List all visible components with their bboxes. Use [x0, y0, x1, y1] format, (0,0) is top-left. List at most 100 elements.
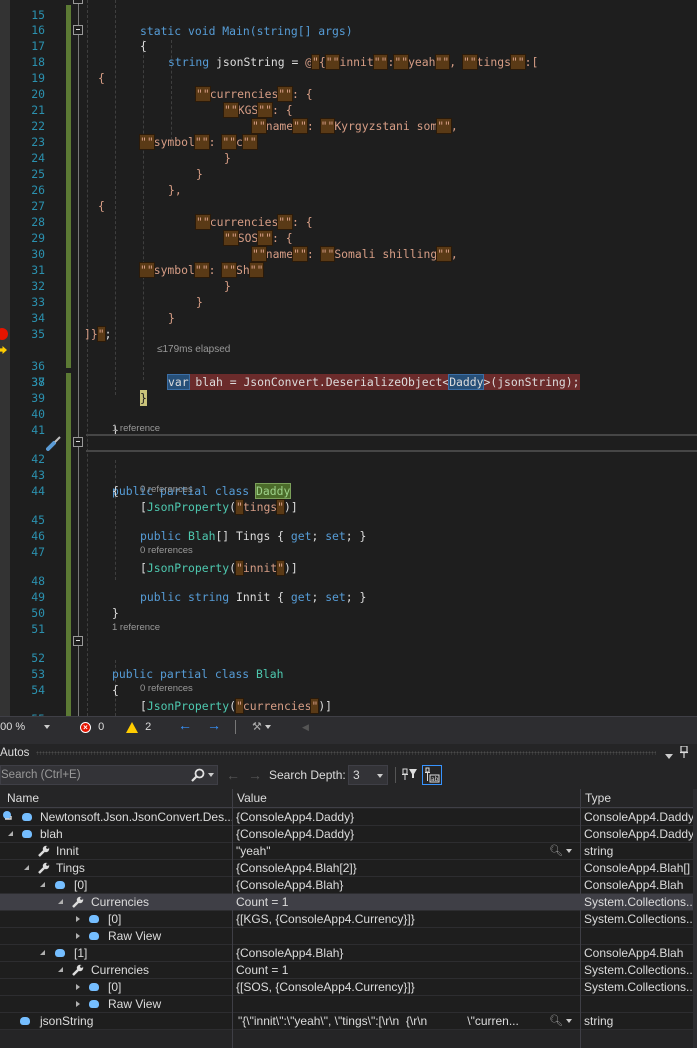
code-line-48[interactable]: 48 public string Innit { get; set; } [0, 557, 697, 604]
perf-tip[interactable]: ≤179ms elapsed [157, 342, 230, 358]
code-line-37[interactable]: 37 } ≤179ms elapsed [0, 342, 697, 406]
code-line-23[interactable]: 23 } [0, 118, 697, 165]
code-line-43[interactable]: 43 { [0, 451, 697, 498]
pin-to-source-button[interactable]: ab [422, 765, 442, 785]
window-position-dropdown-icon[interactable] [665, 748, 673, 766]
codelens-references[interactable]: 0 references [140, 545, 193, 557]
codelens-references[interactable]: 0 references [140, 683, 193, 695]
search-previous-icon[interactable]: ← [226, 767, 240, 783]
code-line-33[interactable]: 33 } [0, 278, 697, 325]
code-line-24[interactable]: 24 } [0, 134, 697, 181]
errors-indicator[interactable]: × 0 [80, 720, 104, 734]
code-line-30[interactable]: 30 ""symbol"": ""Sh"" [0, 230, 697, 278]
table-row-selected[interactable]: Currencies Count = 1 System.Collections.… [0, 894, 694, 911]
code-line-42[interactable]: 42 public partial class Daddy [0, 435, 697, 499]
code-line-52[interactable]: 52 public partial class Blah [0, 634, 697, 681]
pin-icon[interactable] [680, 746, 688, 758]
row-value[interactable]: {ConsoleApp4.Daddy} [236, 809, 576, 825]
expand-arrow-icon[interactable] [76, 984, 80, 990]
collapse-arrow-icon[interactable] [40, 950, 45, 955]
warnings-indicator[interactable]: 2 [126, 720, 151, 734]
code-line-36[interactable]: 36 var blah = JsonConvert.DeserializeObj… [0, 326, 697, 390]
filter-pinned-button[interactable] [401, 765, 421, 785]
code-line-51[interactable]: 51 [0, 605, 697, 636]
code-line-25[interactable]: 25 }, [0, 150, 697, 197]
code-line-20[interactable]: 20 ""KGS"": { [0, 70, 697, 118]
row-value[interactable] [236, 996, 576, 1012]
code-line-31[interactable]: 31 } [0, 246, 697, 293]
code-line-50[interactable]: 50 [0, 589, 697, 620]
code-line-49[interactable]: 49 } [0, 573, 697, 620]
table-row[interactable]: [1] {ConsoleApp4.Blah} ConsoleApp4.Blah [0, 945, 693, 962]
collapse-arrow-icon[interactable] [40, 882, 45, 887]
code-line-40[interactable]: 40 } [0, 390, 697, 437]
code-line-39[interactable]: 39 [0, 374, 697, 405]
text-visualizer-magnifier-icon[interactable]: 🔍︎ [549, 1013, 572, 1029]
table-row[interactable]: Raw View [0, 928, 693, 945]
row-value[interactable]: {[SOS, {ConsoleApp4.Currency}]} [236, 979, 576, 995]
collapse-arrow-icon[interactable] [8, 831, 13, 836]
code-line-26[interactable]: 26 { [0, 166, 697, 213]
code-cleanup-broom-icon[interactable]: ⚒ [252, 720, 271, 734]
expand-arrow-icon[interactable] [76, 1001, 80, 1007]
code-line-41[interactable]: 41 [0, 406, 697, 437]
row-value[interactable]: "yeah" 🔍︎ [236, 843, 576, 859]
code-line-21[interactable]: 21 ""name"": ""Kyrgyzstani som"", [0, 86, 697, 134]
code-line-46[interactable]: 46 [0, 512, 697, 543]
column-header-value[interactable]: Value [230, 789, 267, 808]
code-line-45[interactable]: 45 public Blah[] Tings { get; set; } [0, 496, 697, 543]
expand-arrow-icon[interactable] [76, 933, 80, 939]
navigate-forward-icon[interactable]: → [207, 718, 221, 732]
table-row[interactable]: Tings {ConsoleApp4.Blah[2]} ConsoleApp4.… [0, 860, 693, 877]
row-value[interactable]: Count = 1 [236, 894, 576, 910]
search-options-chevron-icon[interactable] [208, 773, 214, 777]
column-resizer[interactable] [232, 789, 233, 1048]
quick-actions-screwdriver-icon[interactable] [46, 435, 62, 451]
row-value[interactable] [236, 928, 576, 944]
zoom-dropdown-chevron-icon[interactable] [44, 720, 50, 734]
collapse-arrow-icon[interactable] [58, 967, 63, 972]
column-header-type[interactable]: Type [578, 789, 611, 808]
code-line-53[interactable]: 53 { [0, 650, 697, 697]
code-line-19[interactable]: 19 ""currencies"": { [0, 54, 697, 102]
row-value[interactable]: {ConsoleApp4.Blah} [236, 877, 576, 893]
code-line-44[interactable]: 44 [JsonProperty("tings")] [0, 467, 697, 515]
search-next-icon[interactable]: → [248, 767, 262, 783]
code-line-22[interactable]: 22 ""symbol"": ""c"" [0, 102, 697, 150]
table-row[interactable]: jsonString "{\"innit\":\"yeah\", \"tings… [0, 1013, 693, 1030]
text-visualizer-magnifier-icon[interactable]: 🔍︎ [549, 843, 572, 859]
code-line-54[interactable]: 54 [JsonProperty("currencies")] [0, 666, 697, 714]
code-line-16[interactable]: 16 { [0, 6, 697, 53]
row-value[interactable]: {[KGS, {ConsoleApp4.Currency}]} [236, 911, 576, 927]
table-row[interactable]: [0] {ConsoleApp4.Blah} ConsoleApp4.Blah [0, 877, 693, 894]
table-row[interactable]: Innit "yeah" 🔍︎ string [0, 843, 693, 860]
code-editor[interactable]: 15 static void Main(string[] args) 16 { … [0, 0, 697, 716]
code-line-27[interactable]: 27 ""currencies"": { [0, 182, 697, 230]
table-row[interactable]: blah {ConsoleApp4.Daddy} ConsoleApp4.Dad… [0, 826, 694, 843]
splitter[interactable] [0, 736, 697, 744]
code-line-29[interactable]: 29 ""name"": ""Somali shilling"", [0, 214, 697, 262]
codelens-references[interactable]: 1 reference [112, 622, 160, 634]
table-row[interactable]: Currencies Count = 1 System.Collections.… [0, 962, 694, 979]
instruction-pointer-icon[interactable] [0, 346, 7, 354]
table-row[interactable]: Newtonsoft.Json.JsonConvert.Des... {Cons… [0, 809, 694, 826]
navigate-back-icon[interactable]: ← [178, 718, 192, 732]
code-line-28[interactable]: 28 ""SOS"": { [0, 198, 697, 246]
table-row[interactable]: [0] {[SOS, {ConsoleApp4.Currency}]} Syst… [0, 979, 694, 996]
code-line-55[interactable]: 55 public Dictionary<string, Currency> C… [0, 695, 697, 716]
zoom-level-combo[interactable]: 100 % [0, 720, 44, 734]
row-value[interactable]: {ConsoleApp4.Blah} [236, 945, 576, 961]
expand-arrow-icon[interactable] [76, 916, 80, 922]
row-value[interactable]: {ConsoleApp4.Blah[2]} [236, 860, 576, 876]
code-line-38[interactable]: 38 [0, 358, 697, 389]
code-line-32[interactable]: 32 } [0, 262, 697, 309]
scroll-left-icon[interactable]: ◀ [302, 720, 309, 734]
row-value[interactable]: "{\"innit\":\"yeah\", \"tings\":[\r\n {\… [236, 1013, 576, 1029]
collapse-arrow-icon[interactable] [24, 865, 29, 870]
row-value[interactable]: {ConsoleApp4.Daddy} [236, 826, 576, 842]
breakpoint-icon[interactable] [0, 328, 8, 340]
panel-drag-grip[interactable] [36, 751, 656, 755]
search-input[interactable]: Search (Ctrl+E) [0, 765, 218, 785]
search-depth-combo[interactable]: 3 [348, 765, 388, 785]
code-line-17[interactable]: 17 string jsonString = @"{""innit"":""ye… [0, 22, 697, 70]
